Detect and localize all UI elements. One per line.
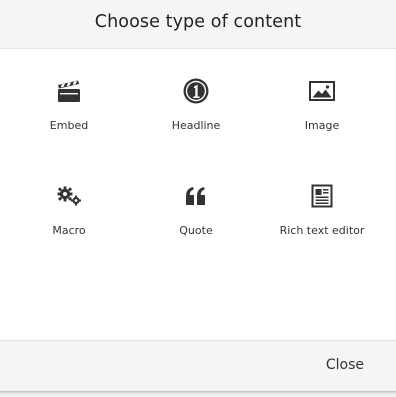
clapperboard-icon — [54, 76, 84, 106]
close-button[interactable]: Close — [326, 357, 364, 373]
content-type-label: Quote — [179, 224, 213, 237]
circled-one-icon — [181, 76, 211, 106]
content-type-macro[interactable]: Macro — [3, 154, 135, 244]
content-type-rich-text-editor[interactable]: Rich text editor — [256, 154, 388, 244]
content-type-dialog: Choose type of content Embed Headline Im… — [0, 0, 396, 397]
content-type-embed[interactable]: Embed — [3, 49, 135, 139]
content-type-quote[interactable]: Quote — [130, 154, 262, 244]
rich-text-icon — [307, 181, 337, 211]
content-type-label: Rich text editor — [279, 224, 365, 237]
dialog-header: Choose type of content — [0, 0, 396, 49]
content-type-label: Headline — [171, 119, 221, 132]
quote-icon — [181, 181, 211, 211]
content-type-headline[interactable]: Headline — [130, 49, 262, 139]
content-type-image[interactable]: Image — [256, 49, 388, 139]
dialog-title: Choose type of content — [94, 12, 302, 32]
image-icon — [307, 76, 337, 106]
gears-icon — [54, 181, 84, 211]
content-type-label: Embed — [49, 119, 89, 132]
content-type-label: Macro — [52, 224, 86, 237]
content-type-label: Image — [304, 119, 340, 132]
dialog-footer: Close — [0, 340, 396, 391]
content-type-grid: Embed Headline Image Macro Quote Rich te… — [0, 49, 396, 340]
dialog-shadow — [0, 391, 396, 397]
